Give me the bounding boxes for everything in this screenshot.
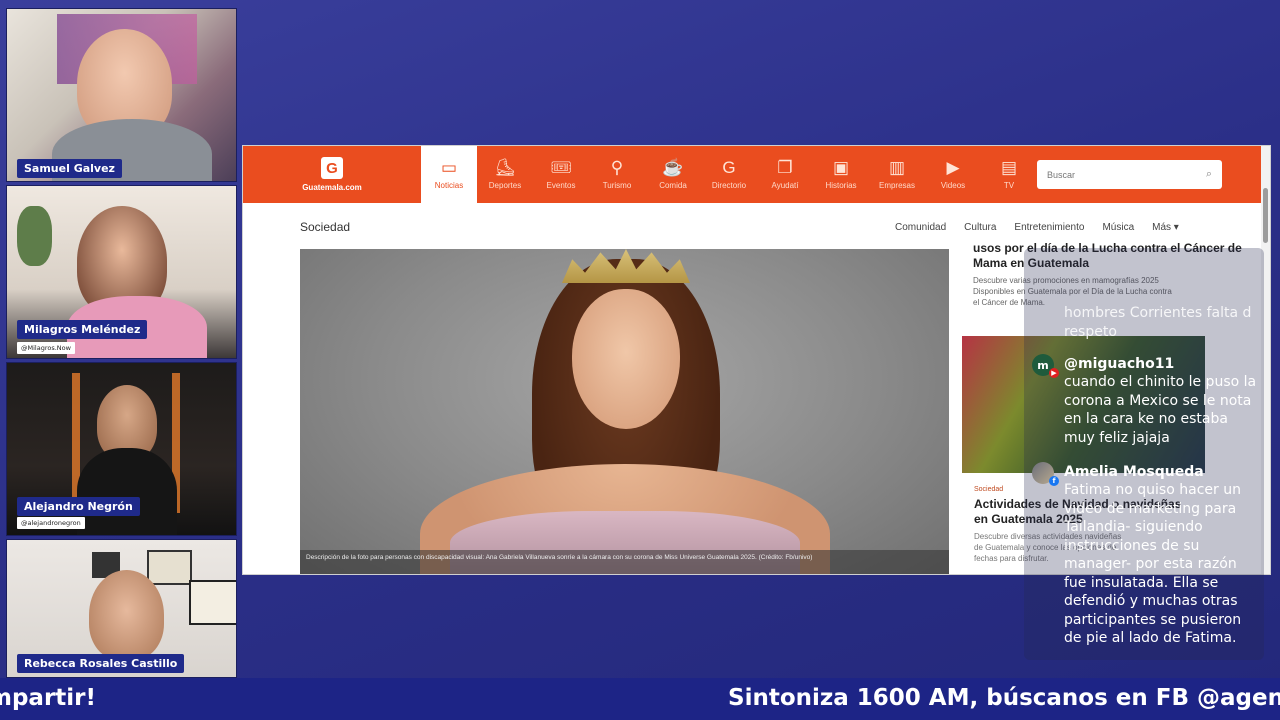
chat-message: Amelia Mosqueda Fatima no quiso hacer un… [1064, 463, 1259, 648]
nav-item-tv[interactable]: ▤ TV [981, 146, 1037, 203]
section-links: Comunidad Cultura Entretenimiento Música Más… [895, 222, 1179, 233]
map-pin-icon: ⚲ [610, 158, 624, 177]
ticker-text-right: Sintoniza 1600 AM, búscanos en FB @agend… [728, 685, 1280, 711]
nav-item-turismo[interactable]: ⚲ Turismo [589, 146, 645, 203]
site-logo[interactable]: G Guatemala.com [243, 146, 421, 203]
section-title: Sociedad [300, 220, 351, 234]
ticker-text-left: mpartir! [0, 685, 97, 711]
tv-icon: ▤ [1000, 158, 1018, 177]
participant-name: Alejandro Negrón [17, 497, 140, 516]
search-input[interactable]: Buscar ⌕ [1037, 160, 1222, 189]
nav-item-comida[interactable]: ☕ Comida [645, 146, 701, 203]
youtube-icon: ▶ [1049, 368, 1059, 378]
nav-item-label: Historias [825, 181, 857, 190]
nav-item-label: Empresas [878, 181, 915, 190]
book-icon: ▣ [832, 158, 850, 177]
photo-caption: Descripción de la foto para personas con… [300, 550, 949, 574]
nav-item-label: Noticias [434, 181, 464, 190]
article-hero-image[interactable]: Descripción de la foto para personas con… [300, 249, 949, 574]
nav-item-label: Directorio [711, 181, 747, 190]
nav-item-eventos[interactable]: 🎟 Eventos [533, 146, 589, 203]
participant-handle: @Milagros.Now [17, 342, 75, 354]
nav-item-label: TV [1003, 181, 1015, 190]
nav-item-label: Eventos [546, 181, 576, 190]
section-link[interactable]: Cultura [964, 222, 996, 233]
participant-name: Samuel Galvez [17, 159, 122, 178]
section-link[interactable]: Comunidad [895, 222, 946, 233]
chat-author: Amelia Mosqueda [1064, 464, 1204, 480]
participant-video-4 [89, 570, 164, 660]
nav-item-label: Ayudatí [771, 181, 799, 190]
participant-tile-1: Samuel Galvez [6, 8, 237, 182]
directory-icon: G [722, 158, 736, 177]
newspaper-icon: ▭ [440, 158, 458, 177]
participant-tile-4: Rebecca Rosales Castillo [6, 539, 237, 678]
chat-text: Fatima no quiso hacer un video de market… [1064, 482, 1242, 646]
nav-item-directorio[interactable]: G Directorio [701, 146, 757, 203]
nav-item-videos[interactable]: ▶ Videos [925, 146, 981, 203]
chat-previous-message: hombres Corrientes falta d respeto [1064, 305, 1252, 340]
section-link[interactable]: Música [1102, 222, 1134, 233]
chat-message: @miguacho11 cuando el chinito le puso la… [1064, 355, 1259, 447]
nav-item-historias[interactable]: ▣ Historias [813, 146, 869, 203]
nav-item-label: Comida [659, 181, 687, 190]
nav-item-label: Deportes [488, 181, 522, 190]
crown-graphic [562, 249, 690, 283]
building-icon: ▥ [888, 158, 906, 177]
nav-item-noticias[interactable]: ▭ Noticias [421, 146, 477, 203]
facebook-icon: f [1049, 476, 1059, 486]
news-ticker: mpartir! Sintoniza 1600 AM, búscanos en … [0, 678, 1280, 720]
nav-item-deportes[interactable]: ⛸ Deportes [477, 146, 533, 203]
participant-handle: @alejandronegron [17, 517, 85, 529]
logo-mark: G [321, 157, 343, 179]
search-placeholder: Buscar [1047, 169, 1076, 180]
video-icon: ▶ [946, 158, 960, 177]
cup-icon: ☕ [662, 158, 684, 177]
nav-item-ayudatí[interactable]: ❐ Ayudatí [757, 146, 813, 203]
nav-item-label: Videos [940, 181, 966, 190]
participant-name: Milagros Meléndez [17, 320, 148, 339]
logo-text: Guatemala.com [302, 183, 362, 192]
section-link[interactable]: Más ▾ [1152, 222, 1179, 233]
nav-item-label: Turismo [602, 181, 632, 190]
participant-tile-3: Alejandro Negrón @alejandronegron [6, 362, 237, 536]
chat-text: cuando el chinito le puso la corona a Me… [1064, 374, 1257, 446]
live-chat-overlay: hombres Corrientes falta d respeto m ▶ @… [1024, 248, 1264, 660]
ticket-icon: 🎟 [550, 158, 572, 177]
help-icon: ❐ [777, 158, 793, 177]
more-menu-icon[interactable]: ⋮ [1198, 164, 1212, 180]
participant-name: Rebecca Rosales Castillo [17, 654, 185, 673]
shoe-icon: ⛸ [494, 158, 516, 177]
nav-item-empresas[interactable]: ▥ Empresas [869, 146, 925, 203]
section-link[interactable]: Entretenimiento [1014, 222, 1084, 233]
participant-tile-2: Milagros Meléndez @Milagros.Now [6, 185, 237, 359]
chat-author: @miguacho11 [1064, 356, 1175, 372]
